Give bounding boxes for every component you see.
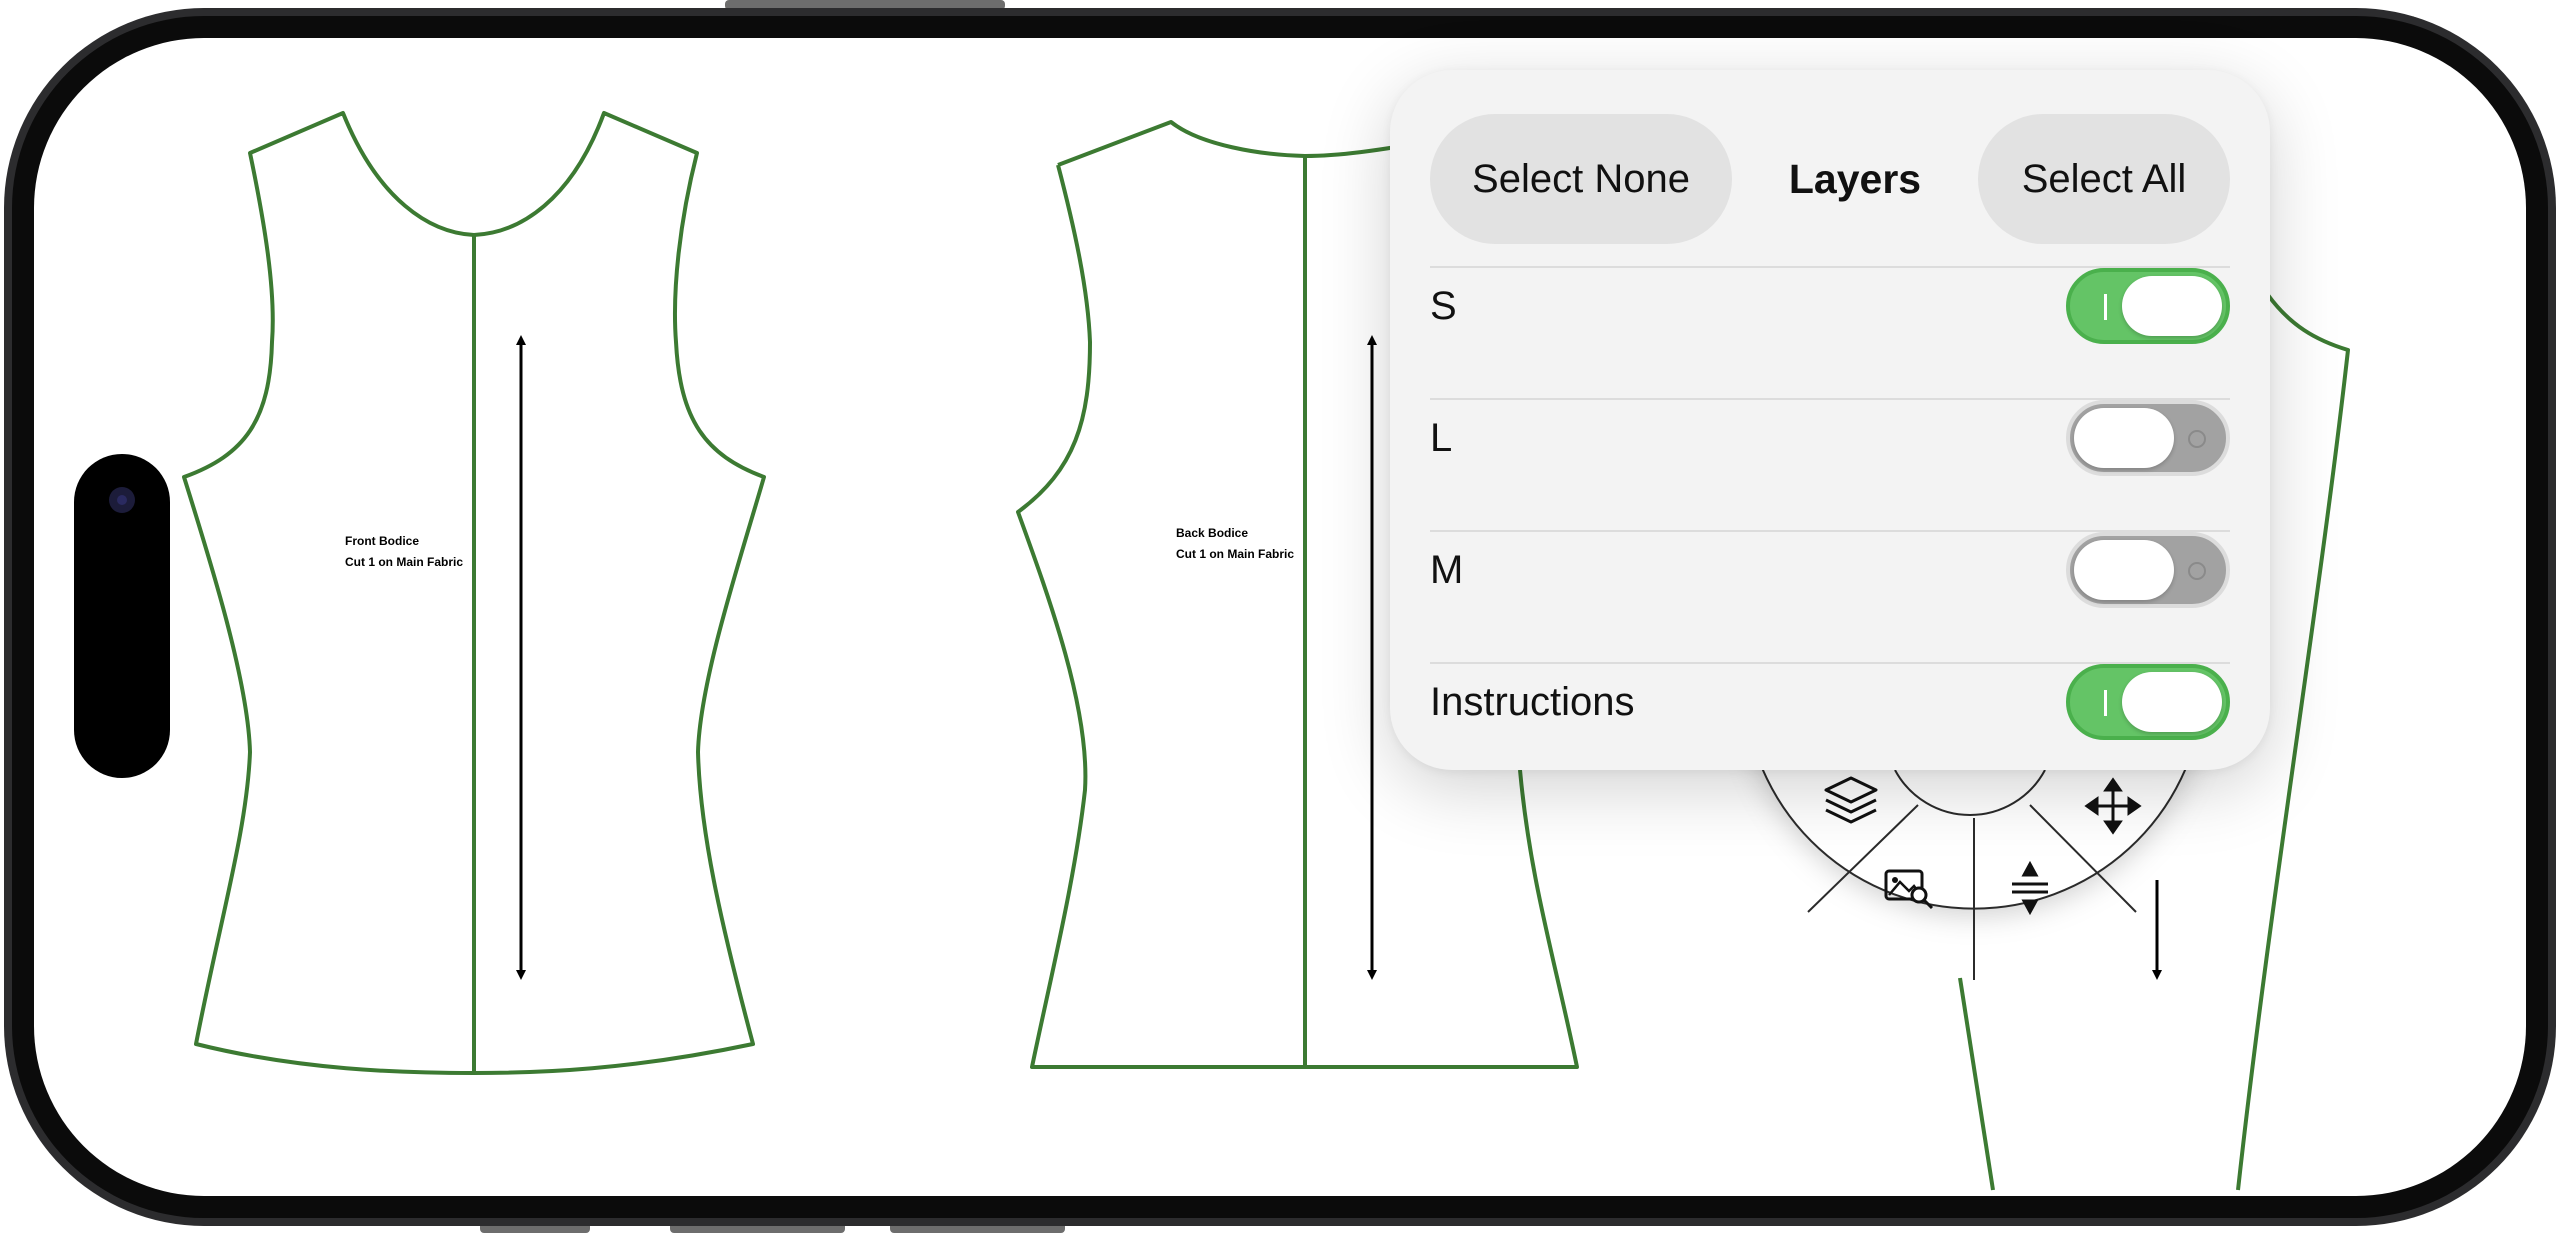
toggle-knob — [2122, 276, 2222, 336]
layer-label: S — [1430, 284, 1457, 328]
select-none-button[interactable]: Select None — [1430, 114, 1732, 244]
layer-row-l: L — [1430, 398, 2230, 530]
toggle-knob — [2074, 540, 2174, 600]
layer-l-toggle[interactable] — [2066, 400, 2230, 476]
layer-row-instructions: Instructions — [1430, 662, 2230, 794]
toggle-knob — [2122, 672, 2222, 732]
layer-row-s: S — [1430, 266, 2230, 398]
pattern-viewer: Front Bodice Cut 1 on Main Fabric Back B… — [0, 0, 2560, 1233]
layer-m-toggle[interactable] — [2066, 532, 2230, 608]
layer-s-toggle[interactable] — [2066, 268, 2230, 344]
toggle-on-icon — [2104, 690, 2107, 716]
layer-label: M — [1430, 548, 1464, 592]
select-all-button[interactable]: Select All — [1978, 114, 2230, 244]
toggle-on-icon — [2104, 294, 2107, 320]
front-bodice-label-title: Front Bodice — [345, 534, 419, 548]
back-bodice-label-instructions: Cut 1 on Main Fabric — [1176, 547, 1294, 561]
front-bodice-label-instructions: Cut 1 on Main Fabric — [345, 555, 463, 569]
layers-title: Layers — [1788, 156, 1922, 202]
back-bodice-label-title: Back Bodice — [1176, 526, 1248, 540]
toggle-knob — [2074, 408, 2174, 468]
layer-label: L — [1430, 416, 1453, 460]
layer-row-m: M — [1430, 530, 2230, 662]
layer-label: Instructions — [1430, 680, 1635, 724]
toggle-off-icon — [2188, 562, 2206, 580]
toggle-off-icon — [2188, 430, 2206, 448]
layer-instructions-toggle[interactable] — [2066, 664, 2230, 740]
layers-popover: Select None Layers Select All S L M Inst… — [1390, 70, 2270, 770]
layers-list: S L M Instructions — [1430, 266, 2230, 794]
